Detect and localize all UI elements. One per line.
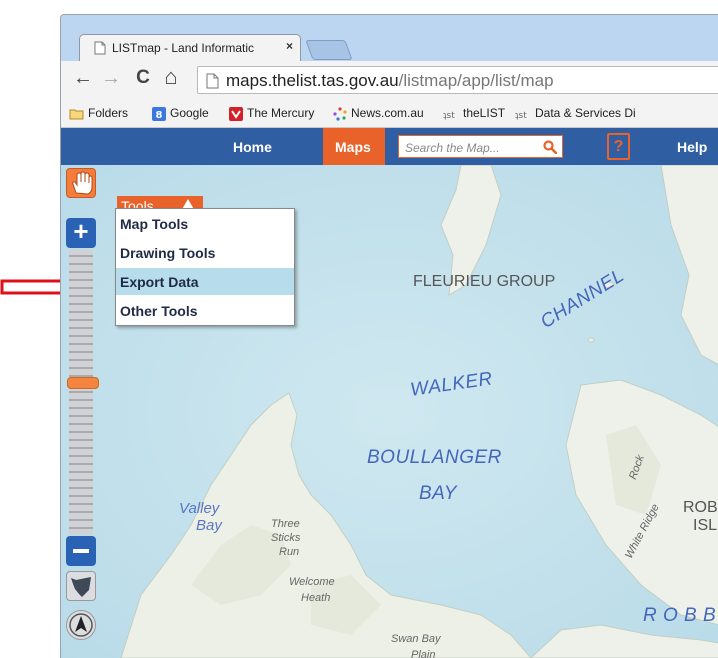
- page-icon: [94, 41, 106, 55]
- nav-home-link[interactable]: Home: [233, 139, 272, 155]
- thelist-icon: ʇst: [515, 111, 527, 120]
- url-path: /listmap/app/list/map: [398, 71, 554, 90]
- mercury-icon: [229, 106, 243, 121]
- pan-hand-button[interactable]: [66, 168, 96, 198]
- map-search-box: [398, 135, 563, 158]
- map-label-bay: BAY: [419, 483, 458, 504]
- hand-icon: [72, 171, 93, 195]
- map-search-input[interactable]: [403, 138, 537, 157]
- nav-help-link[interactable]: Help: [677, 139, 707, 155]
- nav-maps-tab[interactable]: Maps: [323, 128, 385, 165]
- svg-text:ʇst: ʇst: [443, 111, 455, 120]
- map-label-heath: Heath: [301, 592, 331, 604]
- north-compass-button[interactable]: [66, 610, 96, 640]
- zoom-out-button[interactable]: [66, 536, 96, 566]
- zoom-slider-track[interactable]: [69, 249, 93, 535]
- bookmark-folders[interactable]: Folders: [69, 106, 128, 120]
- tasmania-icon: [71, 577, 91, 597]
- bookmark-label: The Mercury: [247, 106, 315, 120]
- bookmark-label: News.com.au: [351, 106, 424, 120]
- menu-item-other-tools[interactable]: Other Tools: [116, 297, 294, 324]
- browser-tab-listmap[interactable]: LISTmap - Land Informatic ×: [79, 34, 301, 61]
- svg-text:ʇst: ʇst: [515, 111, 527, 120]
- home-icon[interactable]: ⌂: [159, 64, 183, 90]
- menu-item-label: Drawing Tools: [120, 245, 216, 261]
- bookmarks-bar: Folders 8 Google The Mercury News.com.au …: [61, 99, 718, 128]
- nav-maps-label: Maps: [335, 139, 371, 155]
- map-label-valley-bay: Bay: [196, 517, 222, 534]
- map-label-robb: R O B B: [643, 605, 717, 626]
- map-label-swan-bay: Swan Bay: [391, 633, 441, 645]
- map-label-fleurieu-group: FLEURIEU GROUP: [413, 273, 556, 290]
- bookmark-label: theLIST: [463, 106, 506, 120]
- forward-arrow-icon[interactable]: →: [99, 67, 123, 90]
- folder-icon: [69, 109, 84, 120]
- page-icon: [206, 73, 219, 89]
- menu-item-label: Other Tools: [120, 303, 198, 319]
- search-icon[interactable]: [543, 140, 557, 154]
- zoom-in-button[interactable]: +: [66, 218, 96, 248]
- menu-item-label: Export Data: [120, 274, 199, 290]
- map-label-welcome: Welcome: [289, 576, 335, 588]
- svg-text:8: 8: [156, 110, 163, 121]
- bookmark-google[interactable]: 8 Google: [152, 106, 209, 121]
- site-nav-bar: Home Maps ? Help: [61, 128, 718, 165]
- tab-title: LISTmap - Land Informatic: [112, 41, 255, 55]
- tools-menu: Map Tools Drawing Tools Export Data Othe…: [115, 208, 295, 326]
- menu-item-label: Map Tools: [120, 216, 189, 232]
- url-text: maps.thelist.tas.gov.au/listmap/app/list…: [226, 71, 554, 91]
- compass-arrow-icon: [69, 613, 93, 637]
- map-controls: +: [61, 165, 107, 658]
- bookmark-label: Folders: [88, 106, 129, 120]
- tab-close-icon[interactable]: ×: [286, 39, 293, 53]
- menu-item-map-tools[interactable]: Map Tools: [116, 210, 294, 237]
- url-host: maps.thelist.tas.gov.au: [226, 71, 399, 90]
- tasmania-extent-button[interactable]: [66, 571, 96, 601]
- map-label-sticks: Sticks: [271, 532, 301, 544]
- map-label-three: Three: [271, 518, 300, 530]
- map-label-isl: ISL: [693, 517, 718, 534]
- google-icon: 8: [152, 106, 166, 121]
- map-label-rob: ROB: [683, 499, 718, 516]
- back-arrow-icon[interactable]: ←: [71, 67, 95, 90]
- map-label-boullanger: BOULLANGER: [367, 447, 502, 468]
- new-tab-button[interactable]: [305, 40, 353, 60]
- browser-toolbar: ← → C ⌂ maps.thelist.tas.gov.au/listmap/…: [61, 61, 718, 99]
- help-question-icon[interactable]: ?: [607, 133, 630, 160]
- bookmark-data-services[interactable]: ʇst Data & Services Di: [515, 106, 636, 120]
- news-icon: [333, 107, 347, 121]
- bookmark-thelist[interactable]: ʇst theLIST: [443, 106, 505, 120]
- reload-icon[interactable]: C: [131, 67, 155, 89]
- zoom-slider-handle[interactable]: [67, 377, 99, 389]
- browser-window: LISTmap - Land Informatic × ← → C ⌂ maps…: [60, 14, 718, 658]
- bookmark-news[interactable]: News.com.au: [333, 106, 424, 121]
- address-bar[interactable]: maps.thelist.tas.gov.au/listmap/app/list…: [197, 66, 718, 94]
- menu-item-export-data[interactable]: Export Data: [116, 268, 294, 295]
- tab-strip: LISTmap - Land Informatic ×: [61, 15, 718, 61]
- map-label-valley: Valley: [179, 500, 220, 517]
- bookmark-label: Google: [170, 106, 209, 120]
- menu-item-drawing-tools[interactable]: Drawing Tools: [116, 239, 294, 266]
- bookmark-the-mercury[interactable]: The Mercury: [229, 106, 314, 121]
- thelist-icon: ʇst: [443, 111, 455, 120]
- bookmark-label: Data & Services Di: [535, 106, 636, 120]
- map-label-run: Run: [279, 546, 300, 558]
